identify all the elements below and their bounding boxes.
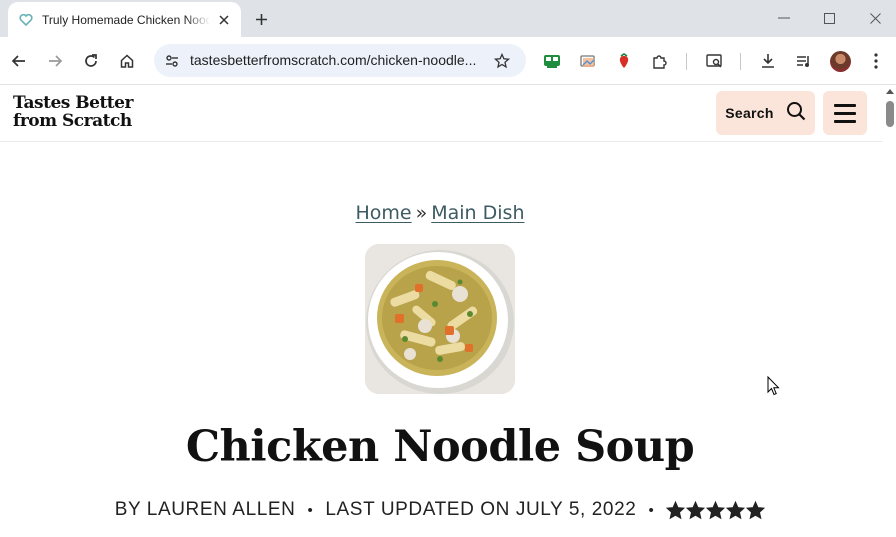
star-rating[interactable]	[666, 500, 766, 520]
search-button-label: Search	[725, 105, 774, 121]
breadcrumb: Home» Main Dish	[0, 202, 880, 224]
mouse-cursor-icon	[767, 376, 780, 396]
profile-avatar[interactable]	[830, 51, 851, 72]
star-icon	[746, 500, 766, 519]
last-updated: LAST UPDATED ON JULY 5, 2022	[325, 499, 637, 520]
url-text[interactable]: tastesbetterfromscratch.com/chicken-nood…	[190, 52, 476, 68]
minimize-icon[interactable]	[771, 6, 797, 30]
logo-line-2: from Scratch	[13, 111, 132, 131]
reload-icon[interactable]	[79, 49, 103, 73]
magnifier-icon	[786, 101, 806, 126]
forward-arrow-icon[interactable]	[43, 49, 67, 73]
media-search-icon[interactable]	[702, 49, 726, 73]
site-logo[interactable]: Tastes Better from Scratch	[13, 93, 153, 135]
author-byline[interactable]: BY LAUREN ALLEN	[115, 499, 296, 521]
tune-icon[interactable]	[162, 51, 182, 71]
kebab-menu-icon[interactable]	[864, 49, 888, 73]
extension-green-icon[interactable]	[540, 49, 564, 73]
plus-icon[interactable]	[250, 8, 272, 30]
media-controls-icon[interactable]	[792, 49, 816, 73]
browser-toolbar: tastesbetterfromscratch.com/chicken-nood…	[0, 37, 896, 85]
search-button[interactable]: Search	[716, 91, 815, 135]
strawberry-icon[interactable]	[612, 49, 636, 73]
hamburger-icon[interactable]	[823, 91, 867, 135]
star-icon	[726, 500, 746, 519]
scroll-up-arrow[interactable]	[886, 89, 894, 94]
breadcrumb-separator: »	[415, 202, 428, 224]
tab-strip: Truly Homemade Chicken Noodle Soup	[0, 0, 896, 37]
maximize-icon[interactable]	[816, 6, 842, 30]
star-icon	[666, 500, 686, 519]
site-header: Tastes Better from Scratch Search	[0, 86, 883, 142]
close-icon[interactable]	[215, 11, 233, 29]
logo-line-1: Tastes Better	[13, 93, 133, 113]
byline-separator: •	[648, 501, 655, 519]
byline-separator: •	[307, 501, 314, 519]
window-close-icon[interactable]	[862, 6, 888, 30]
tab-active[interactable]: Truly Homemade Chicken Noodle Soup	[8, 2, 241, 37]
breadcrumb-category-link[interactable]: Main Dish	[431, 202, 524, 224]
download-icon[interactable]	[756, 49, 780, 73]
recipe-photo	[365, 244, 515, 394]
recipe-title: Chicken Noodle Soup	[185, 422, 695, 472]
extension-gallery-icon[interactable]	[576, 49, 600, 73]
tab-title: Truly Homemade Chicken Noodle Soup	[42, 12, 210, 27]
star-icon	[706, 500, 726, 519]
back-arrow-icon[interactable]	[7, 49, 31, 73]
scroll-thumb[interactable]	[886, 101, 894, 127]
home-icon[interactable]	[115, 49, 139, 73]
page-scrollbar[interactable]	[883, 86, 896, 537]
article-content: Home» Main Dish Chicken Noodle Soup BY L…	[0, 142, 883, 537]
puzzle-icon[interactable]	[648, 49, 672, 73]
heart-icon	[18, 12, 34, 28]
star-icon[interactable]	[492, 51, 512, 71]
star-icon	[686, 500, 706, 519]
toolbar-divider	[686, 53, 687, 70]
toolbar-divider	[740, 53, 741, 70]
recipe-byline: BY LAUREN ALLEN • LAST UPDATED ON JULY 5…	[0, 499, 880, 521]
breadcrumb-home-link[interactable]: Home	[356, 202, 412, 224]
address-bar[interactable]: tastesbetterfromscratch.com/chicken-nood…	[154, 44, 526, 77]
